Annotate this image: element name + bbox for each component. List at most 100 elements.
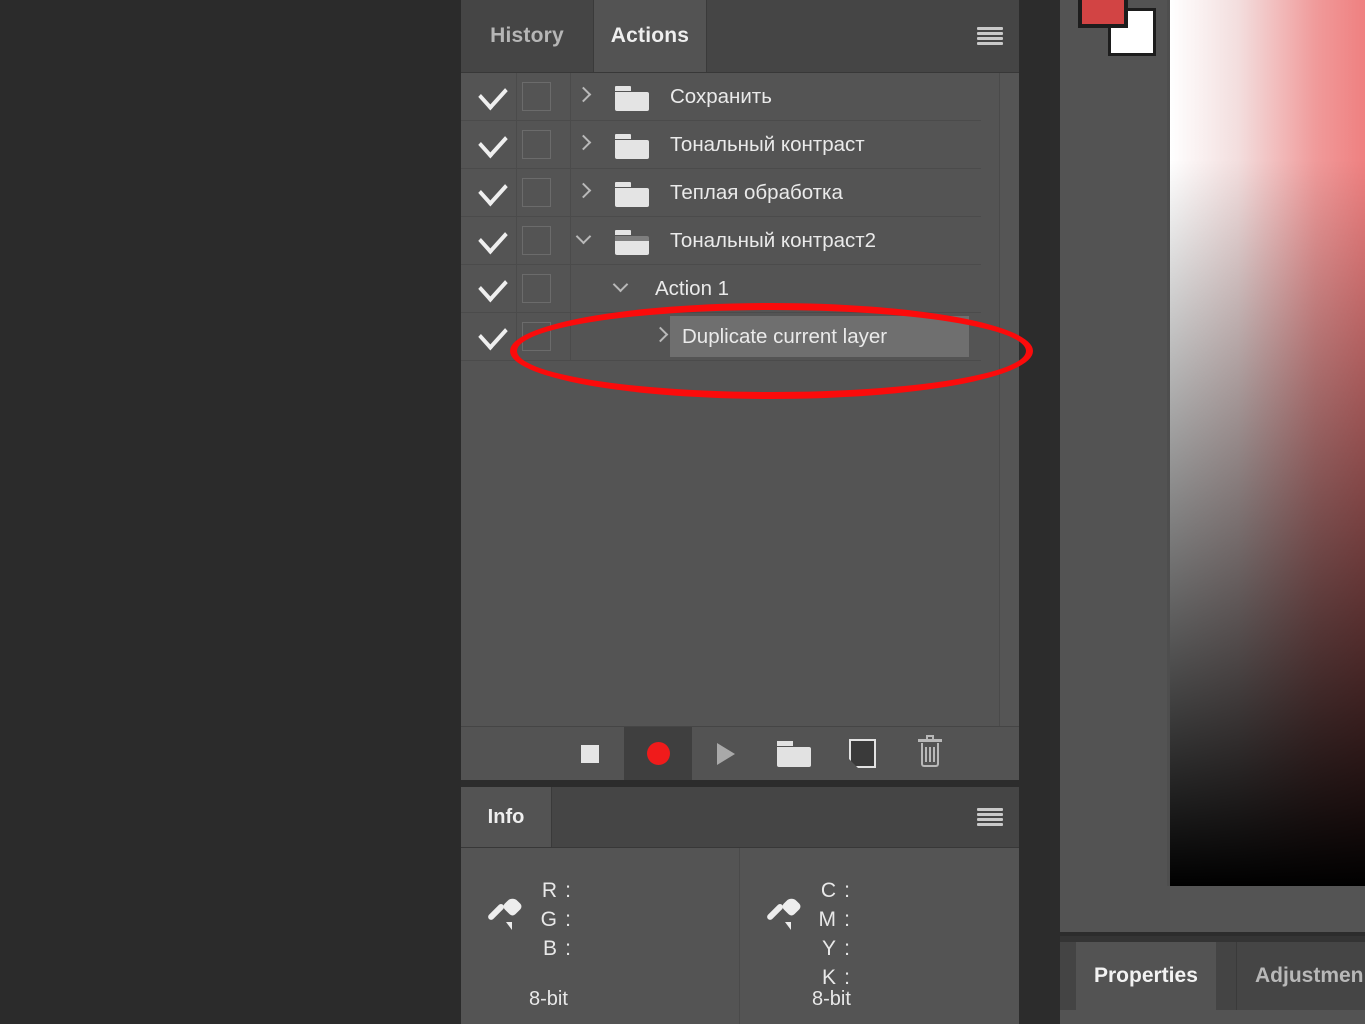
canvas-backdrop xyxy=(0,0,461,1024)
chevron-right-icon[interactable] xyxy=(575,182,592,199)
toggle-dialog-box[interactable] xyxy=(522,178,551,207)
new-action-button[interactable] xyxy=(828,727,896,780)
actions-list-scrollbar[interactable] xyxy=(981,73,999,726)
channel-row: B : xyxy=(535,934,579,963)
channel-row: C : xyxy=(814,876,858,905)
folder-open-icon xyxy=(615,230,649,255)
actions-toolbar xyxy=(461,726,1019,780)
trash-icon xyxy=(918,735,942,768)
channel-name: Y xyxy=(821,937,836,960)
play-button[interactable] xyxy=(692,727,760,780)
tab-history-label: History xyxy=(490,24,564,47)
toggle-dialog-box[interactable] xyxy=(522,130,551,159)
action-row[interactable]: Duplicate current layer xyxy=(461,313,981,361)
info-panel-body: R : G : B : 8-bit C: M: Y: K: 8-bit xyxy=(461,848,1019,1024)
tools-gutter xyxy=(1060,0,1170,932)
tab-history[interactable]: History xyxy=(461,0,594,72)
chevron-right-icon[interactable] xyxy=(652,326,669,343)
foreground-color-swatch[interactable] xyxy=(1078,0,1128,28)
record-button[interactable] xyxy=(624,727,692,780)
action-row[interactable]: Тональный контраст xyxy=(461,121,981,169)
info-panel-tabbar: Info xyxy=(461,787,1020,848)
new-set-button[interactable] xyxy=(760,727,828,780)
action-row[interactable]: Action 1 xyxy=(461,265,981,313)
action-row-label: Теплая обработка xyxy=(670,180,843,204)
action-row[interactable]: Сохранить xyxy=(461,73,981,121)
tab-properties-label: Properties xyxy=(1094,964,1198,987)
toggle-dialog-box[interactable] xyxy=(522,82,551,111)
tab-info-label: Info xyxy=(487,805,525,828)
actions-list-rows: Сохранить Тональный контраст Теплая обрабо… xyxy=(461,73,981,361)
channel-row: R : xyxy=(535,876,579,905)
channel-colon: : xyxy=(565,937,571,960)
toggle-item-checkbox[interactable] xyxy=(471,121,515,168)
eyedropper-icon[interactable] xyxy=(485,895,525,936)
column-divider xyxy=(516,169,517,216)
folder-icon xyxy=(615,86,649,111)
info-readout-rgb: R : G : B : 8-bit xyxy=(461,848,739,1024)
channel-colon: : xyxy=(844,937,850,960)
channel-row: G : xyxy=(535,905,579,934)
checkmark-icon xyxy=(478,317,508,351)
action-row[interactable]: Тональный контраст2 xyxy=(461,217,981,265)
channel-colon: : xyxy=(565,879,571,902)
toggle-dialog-box[interactable] xyxy=(522,226,551,255)
eyedropper-icon[interactable] xyxy=(764,895,804,936)
color-swatches xyxy=(1078,0,1156,56)
toggle-item-checkbox[interactable] xyxy=(471,217,515,264)
column-divider xyxy=(516,313,517,360)
column-divider xyxy=(570,121,571,168)
new-document-icon xyxy=(847,739,876,769)
action-row-label: Сохранить xyxy=(670,84,772,108)
action-row-label: Duplicate current layer xyxy=(682,324,888,348)
toggle-item-checkbox[interactable] xyxy=(471,313,515,360)
color-picker-gradient[interactable] xyxy=(1170,0,1365,886)
properties-panel-body xyxy=(1060,1010,1365,1024)
checkmark-icon xyxy=(478,269,508,303)
hamburger-menu-icon[interactable] xyxy=(977,808,1003,826)
toggle-item-checkbox[interactable] xyxy=(471,265,515,312)
chevron-right-icon[interactable] xyxy=(575,134,592,151)
channel-name: B xyxy=(542,937,557,960)
column-divider xyxy=(570,73,571,120)
actions-panel-right-edge xyxy=(999,73,1019,726)
info-tabbar-filler xyxy=(551,787,1020,847)
actions-panel-tabbar: History Actions xyxy=(461,0,1019,73)
tab-adjustments-label: Adjustmen xyxy=(1255,964,1364,987)
stop-button[interactable] xyxy=(556,727,624,780)
rgb-channel-list: R : G : B : xyxy=(535,876,579,963)
folder-icon xyxy=(615,134,649,159)
hamburger-menu-icon[interactable] xyxy=(977,27,1003,45)
channel-colon: : xyxy=(844,908,850,931)
channel-row: M : xyxy=(814,905,858,934)
tabbar-filler xyxy=(706,0,1019,72)
tab-actions[interactable]: Actions xyxy=(594,0,706,72)
info-panel: Info R : G : B: 8-bit C: M: Y: K: 8… xyxy=(461,787,1020,1024)
chevron-down-icon[interactable] xyxy=(612,276,629,293)
toggle-dialog-box[interactable] xyxy=(522,322,551,351)
column-divider xyxy=(516,265,517,312)
channel-name: M xyxy=(818,908,837,931)
play-triangle-icon xyxy=(717,742,735,765)
chevron-right-icon[interactable] xyxy=(575,86,592,103)
toggle-dialog-box[interactable] xyxy=(522,274,551,303)
tab-properties[interactable]: Properties xyxy=(1076,942,1216,1010)
toggle-item-checkbox[interactable] xyxy=(471,169,515,216)
action-row-label: Тональный контраст2 xyxy=(670,228,877,252)
folder-icon xyxy=(615,182,649,207)
color-field-footer xyxy=(1170,886,1365,932)
action-row[interactable]: Теплая обработка xyxy=(461,169,981,217)
column-divider xyxy=(570,313,571,360)
toggle-item-checkbox[interactable] xyxy=(471,73,515,120)
checkmark-icon xyxy=(478,173,508,207)
channel-name: G xyxy=(540,908,557,931)
tab-adjustments[interactable]: Adjustmen xyxy=(1236,942,1365,1010)
column-divider xyxy=(516,73,517,120)
column-divider xyxy=(516,217,517,264)
chevron-down-icon[interactable] xyxy=(575,228,592,245)
checkmark-icon xyxy=(478,221,508,255)
checkmark-icon xyxy=(478,77,508,111)
action-row-label: Action 1 xyxy=(655,276,730,300)
delete-button[interactable] xyxy=(896,727,964,780)
tab-info[interactable]: Info xyxy=(461,787,551,847)
